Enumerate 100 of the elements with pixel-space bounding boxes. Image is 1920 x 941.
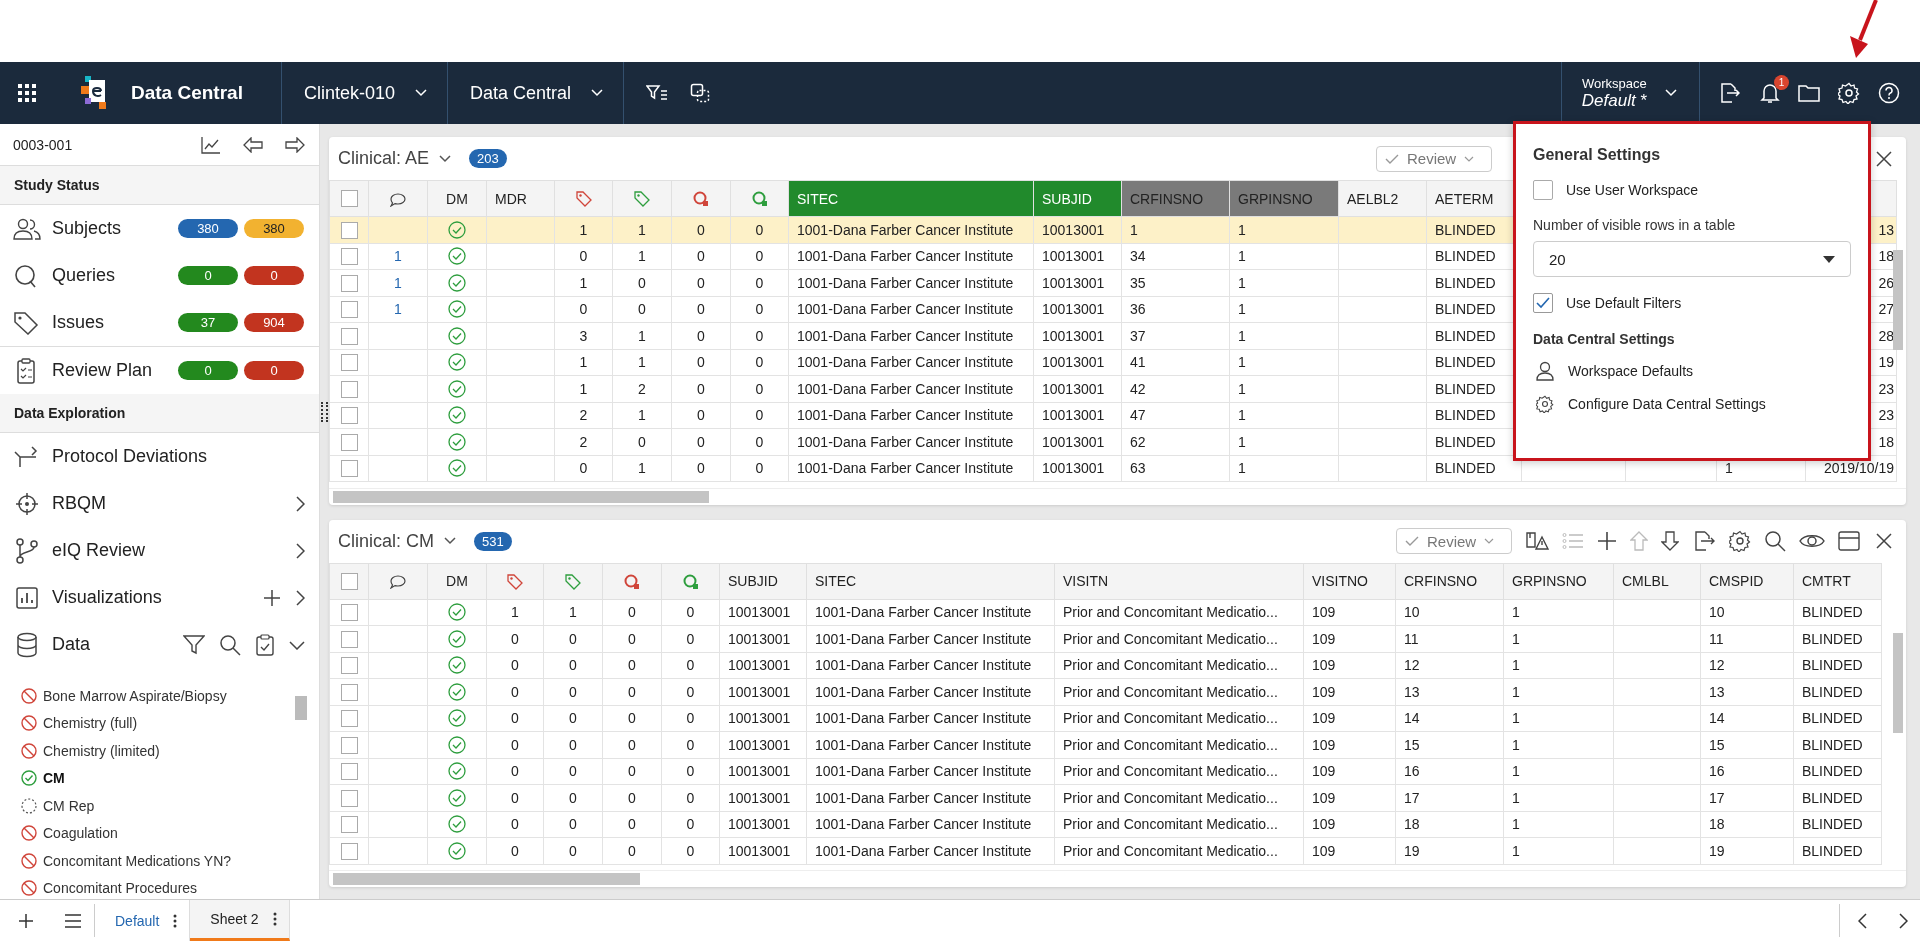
more-vertical-icon[interactable] <box>173 913 178 928</box>
comment-count-link[interactable]: 1 <box>394 248 402 265</box>
bell-icon[interactable] <box>1760 82 1780 104</box>
chevron-right-icon[interactable] <box>295 495 305 512</box>
count-badge[interactable]: 380 <box>244 219 304 238</box>
scrollbar[interactable] <box>295 696 307 720</box>
checkbox[interactable] <box>340 354 358 372</box>
menu-icon[interactable] <box>64 913 82 928</box>
scrollbar[interactable] <box>333 490 709 503</box>
chevron-down-icon[interactable] <box>444 537 456 545</box>
column-header[interactable]: CMLBL <box>1613 563 1701 599</box>
eye-icon[interactable] <box>1799 532 1825 550</box>
comment-icon[interactable] <box>390 192 406 207</box>
nav-item[interactable]: Visualizations <box>52 587 259 608</box>
checkbox[interactable] <box>340 407 358 425</box>
search-icon[interactable] <box>219 633 241 656</box>
checkbox[interactable] <box>340 221 358 239</box>
checkbox[interactable] <box>340 433 358 451</box>
checkbox[interactable] <box>340 190 358 208</box>
count-badge[interactable]: 0 <box>244 266 304 285</box>
export-icon[interactable] <box>1692 530 1716 552</box>
nav-item[interactable]: eIQ Review <box>52 540 281 561</box>
column-header[interactable]: MDR <box>486 180 555 217</box>
tag-icon[interactable] <box>634 191 650 208</box>
settings-link[interactable]: Workspace Defaults <box>1568 363 1693 379</box>
chevron-left-icon[interactable] <box>1858 912 1868 929</box>
count-badge[interactable]: 0 <box>178 361 238 380</box>
status-item-label[interactable]: Review Plan <box>52 360 178 381</box>
checkbox[interactable] <box>340 301 358 319</box>
count-badge[interactable]: 37 <box>178 313 238 332</box>
chevron-right-icon[interactable] <box>295 589 305 606</box>
column-header[interactable]: AELBL2 <box>1338 180 1427 217</box>
export-icon[interactable] <box>1718 82 1740 104</box>
query-icon[interactable] <box>682 573 699 590</box>
arrow-left-icon[interactable] <box>243 136 263 153</box>
clipboard-check-icon[interactable] <box>255 633 275 656</box>
plus-icon[interactable] <box>18 912 34 929</box>
close-icon[interactable] <box>1876 150 1892 167</box>
line-chart-icon[interactable] <box>201 135 221 154</box>
flag-warning-icon[interactable] <box>1525 531 1549 551</box>
checkbox[interactable] <box>340 789 358 807</box>
checkbox[interactable] <box>1533 293 1553 313</box>
resize-handle[interactable] <box>321 402 328 422</box>
column-header[interactable]: CMSPID <box>1700 563 1794 599</box>
count-badge[interactable]: 0 <box>178 266 238 285</box>
checkbox[interactable] <box>340 630 358 648</box>
filter-list-icon[interactable] <box>646 84 669 102</box>
count-badge[interactable]: 904 <box>244 313 304 332</box>
checkbox[interactable] <box>340 710 358 728</box>
checkbox[interactable] <box>340 380 358 398</box>
column-header[interactable]: VISITN <box>1054 563 1304 599</box>
column-header[interactable]: CRFINSNO <box>1121 180 1230 217</box>
comment-count-link[interactable]: 1 <box>394 274 402 291</box>
column-header[interactable]: CRFINSNO <box>1395 563 1504 599</box>
settings-link[interactable]: Configure Data Central Settings <box>1568 396 1766 412</box>
query-icon[interactable] <box>751 191 768 208</box>
dataset-item[interactable]: Concomitant Procedures <box>43 880 198 897</box>
tag-icon[interactable] <box>575 191 592 208</box>
arrow-right-icon[interactable] <box>285 136 305 153</box>
column-header[interactable]: DM <box>427 563 487 599</box>
status-item-label[interactable]: Issues <box>52 312 178 333</box>
chevron-right-icon[interactable] <box>295 542 305 559</box>
checkbox[interactable] <box>340 274 358 292</box>
folder-icon[interactable] <box>1798 84 1820 102</box>
count-badge[interactable]: 380 <box>178 219 238 238</box>
comment-count-link[interactable]: 1 <box>394 301 402 318</box>
status-item-label[interactable]: Queries <box>52 265 178 286</box>
checkbox[interactable] <box>340 657 358 675</box>
settings-icon[interactable] <box>1729 530 1751 552</box>
checkbox[interactable] <box>340 604 358 622</box>
column-header[interactable]: CMTRT <box>1793 563 1882 599</box>
arrow-down-icon[interactable] <box>1661 531 1679 551</box>
scrollbar[interactable] <box>333 873 640 885</box>
rows-select[interactable]: 20 <box>1533 241 1851 277</box>
column-header[interactable]: GRPINSNO <box>1229 180 1339 217</box>
column-header[interactable]: SUBJID <box>1033 180 1122 217</box>
column-header[interactable]: SUBJID <box>719 563 807 599</box>
checkbox-label[interactable]: Use User Workspace <box>1566 182 1698 198</box>
status-item-label[interactable]: Subjects <box>52 218 178 239</box>
panel-title[interactable]: Clinical: CM <box>338 530 434 552</box>
column-header[interactable]: GRPINSNO <box>1503 563 1614 599</box>
comment-icon[interactable] <box>390 575 406 590</box>
checkbox[interactable] <box>340 572 358 590</box>
count-badge[interactable]: 0 <box>244 361 304 380</box>
chevron-down-icon[interactable] <box>289 639 305 650</box>
checkbox[interactable] <box>340 327 358 345</box>
tag-icon[interactable] <box>565 573 581 590</box>
chevron-right-icon[interactable] <box>1898 912 1908 929</box>
panel-icon[interactable] <box>1838 531 1860 551</box>
panel-title[interactable]: Clinical: AE <box>338 148 430 169</box>
dataset-item[interactable]: Bone Marrow Aspirate/Biopsy <box>43 687 227 704</box>
nav-item[interactable]: Protocol Deviations <box>52 446 305 467</box>
checkbox[interactable] <box>340 816 358 834</box>
column-header[interactable]: SITEC <box>788 180 1034 217</box>
help-icon[interactable] <box>1878 82 1900 104</box>
column-header[interactable]: SITEC <box>806 563 1055 599</box>
chevron-down-icon[interactable] <box>439 154 452 163</box>
copy-icon[interactable] <box>690 83 711 103</box>
column-header[interactable]: DM <box>427 180 487 217</box>
sheet-tab[interactable]: Sheet 2 <box>190 900 290 941</box>
